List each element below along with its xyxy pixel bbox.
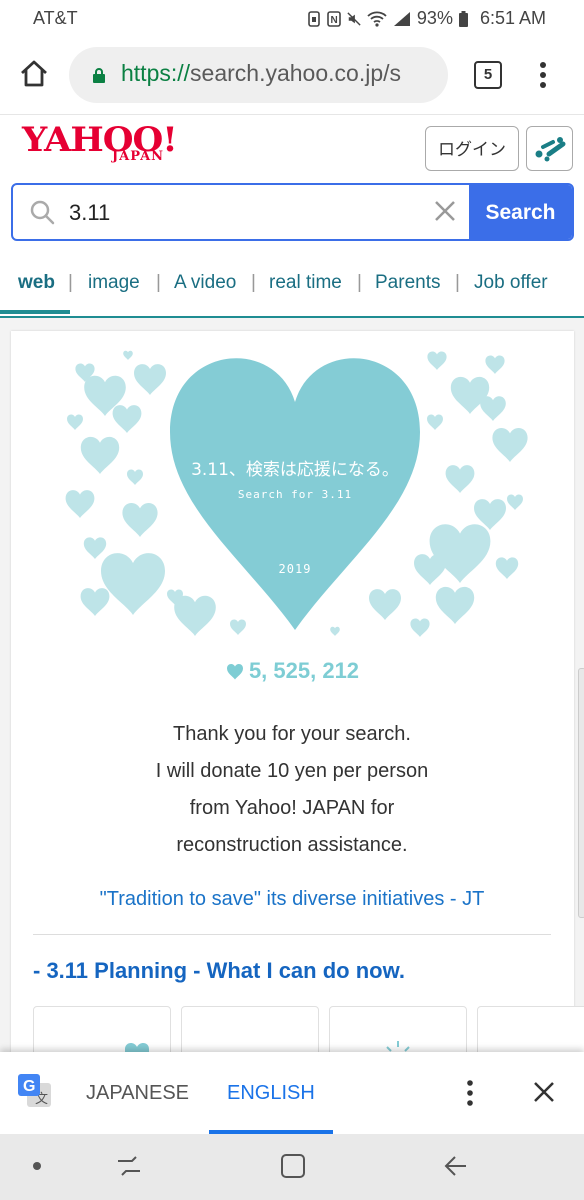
clear-icon[interactable] bbox=[433, 199, 457, 223]
target-language-tab[interactable]: ENGLISH bbox=[227, 1082, 315, 1105]
back-icon[interactable] bbox=[442, 1152, 470, 1180]
carrier-label: AT&T bbox=[33, 8, 78, 28]
browser-toolbar: https://search.yahoo.co.jp/s 5 bbox=[0, 38, 584, 115]
tab-switcher-button[interactable]: 5 bbox=[474, 61, 502, 89]
dot-icon[interactable] bbox=[31, 1160, 43, 1172]
logo-sub: JAPAN bbox=[112, 149, 165, 164]
translate-menu-icon[interactable] bbox=[463, 1078, 477, 1108]
jt-initiatives-link[interactable]: "Tradition to save" its diverse initiati… bbox=[0, 888, 584, 911]
source-language-tab[interactable]: JAPANESE bbox=[86, 1082, 189, 1105]
battery-percent: 93% bbox=[416, 8, 453, 28]
overflow-menu-icon[interactable] bbox=[535, 60, 551, 90]
recent-apps-icon[interactable] bbox=[115, 1152, 143, 1180]
search-box: Search bbox=[11, 183, 574, 241]
svg-text:G: G bbox=[23, 1078, 35, 1095]
heart-year: 2019 bbox=[279, 562, 312, 576]
svg-text:N: N bbox=[330, 15, 337, 26]
tab-web[interactable]: web bbox=[18, 272, 55, 294]
home-icon[interactable] bbox=[18, 58, 50, 90]
signal-icon bbox=[393, 11, 410, 26]
search-icon bbox=[30, 200, 55, 225]
tab-separator: | bbox=[68, 272, 73, 293]
clock: 6:51 AM bbox=[479, 8, 546, 28]
url-text: https://search.yahoo.co.jp/s bbox=[121, 60, 441, 87]
tab-separator: | bbox=[455, 272, 460, 293]
message-line: Thank you for your search. bbox=[173, 723, 411, 745]
nfc-icon: N bbox=[327, 10, 341, 27]
address-bar[interactable]: https://search.yahoo.co.jp/s bbox=[69, 47, 448, 103]
thank-you-message: Thank you for your search. I will donate… bbox=[0, 716, 584, 864]
tab-job-offer[interactable]: Job offer bbox=[474, 272, 548, 294]
heart-subtitle: Search for 3.11 bbox=[238, 488, 352, 501]
translate-bar: 文G JAPANESE ENGLISH bbox=[0, 1052, 584, 1134]
services-icon bbox=[535, 137, 566, 162]
tab-parents[interactable]: Parents bbox=[375, 272, 440, 294]
tab-separator: | bbox=[156, 272, 161, 293]
message-line: I will donate 10 yen per person bbox=[155, 760, 429, 782]
search-button[interactable]: Search bbox=[469, 185, 572, 239]
google-translate-icon: 文G bbox=[18, 1074, 51, 1107]
lock-icon bbox=[93, 68, 105, 83]
tab-separator: | bbox=[251, 272, 256, 293]
counter-value: 5, 525, 212 bbox=[248, 658, 360, 683]
status-bar: AT&T N 93% 6:51 AM bbox=[0, 0, 584, 38]
mute-icon bbox=[347, 11, 361, 26]
tab-video[interactable]: A video bbox=[174, 272, 236, 294]
url-scheme: https:// bbox=[121, 60, 191, 86]
scrollbar-thumb[interactable] bbox=[578, 668, 584, 918]
system-navigation-bar bbox=[0, 1134, 584, 1200]
url-host: search.yahoo.co.jp/s bbox=[190, 60, 401, 86]
search-type-tabs: web | image | A video | real time | Pare… bbox=[0, 258, 584, 318]
status-icons: N 93% 6:51 AM bbox=[307, 8, 546, 29]
tab-separator: | bbox=[357, 272, 362, 293]
yahoo-japan-logo[interactable]: YAHOO! JAPAN bbox=[22, 123, 178, 170]
planning-heading[interactable]: - 3.11 Planning - What I can do now. bbox=[33, 958, 405, 984]
wifi-icon bbox=[367, 11, 387, 27]
tab-realtime[interactable]: real time bbox=[269, 272, 342, 294]
battery-icon bbox=[458, 10, 468, 27]
heart-title: 3.11、検索は応援になる。 bbox=[191, 460, 399, 480]
divider bbox=[33, 934, 551, 935]
campaign-heart-illustration: 3.11、検索は応援になる。 Search for 3.11 2019 bbox=[65, 350, 528, 637]
search-input[interactable] bbox=[67, 195, 421, 231]
services-menu-button[interactable] bbox=[526, 126, 573, 171]
active-tab-indicator bbox=[0, 310, 70, 314]
login-button[interactable]: ログイン bbox=[425, 126, 519, 171]
close-icon[interactable] bbox=[532, 1080, 556, 1104]
heart-icon bbox=[226, 664, 243, 680]
message-line: from Yahoo! JAPAN for bbox=[189, 797, 395, 819]
home-button-icon[interactable] bbox=[279, 1152, 307, 1180]
search-counter: 5, 525, 212 bbox=[0, 658, 584, 684]
tab-image[interactable]: image bbox=[88, 272, 140, 294]
sim-icon bbox=[308, 10, 320, 27]
message-line: reconstruction assistance. bbox=[176, 834, 408, 856]
